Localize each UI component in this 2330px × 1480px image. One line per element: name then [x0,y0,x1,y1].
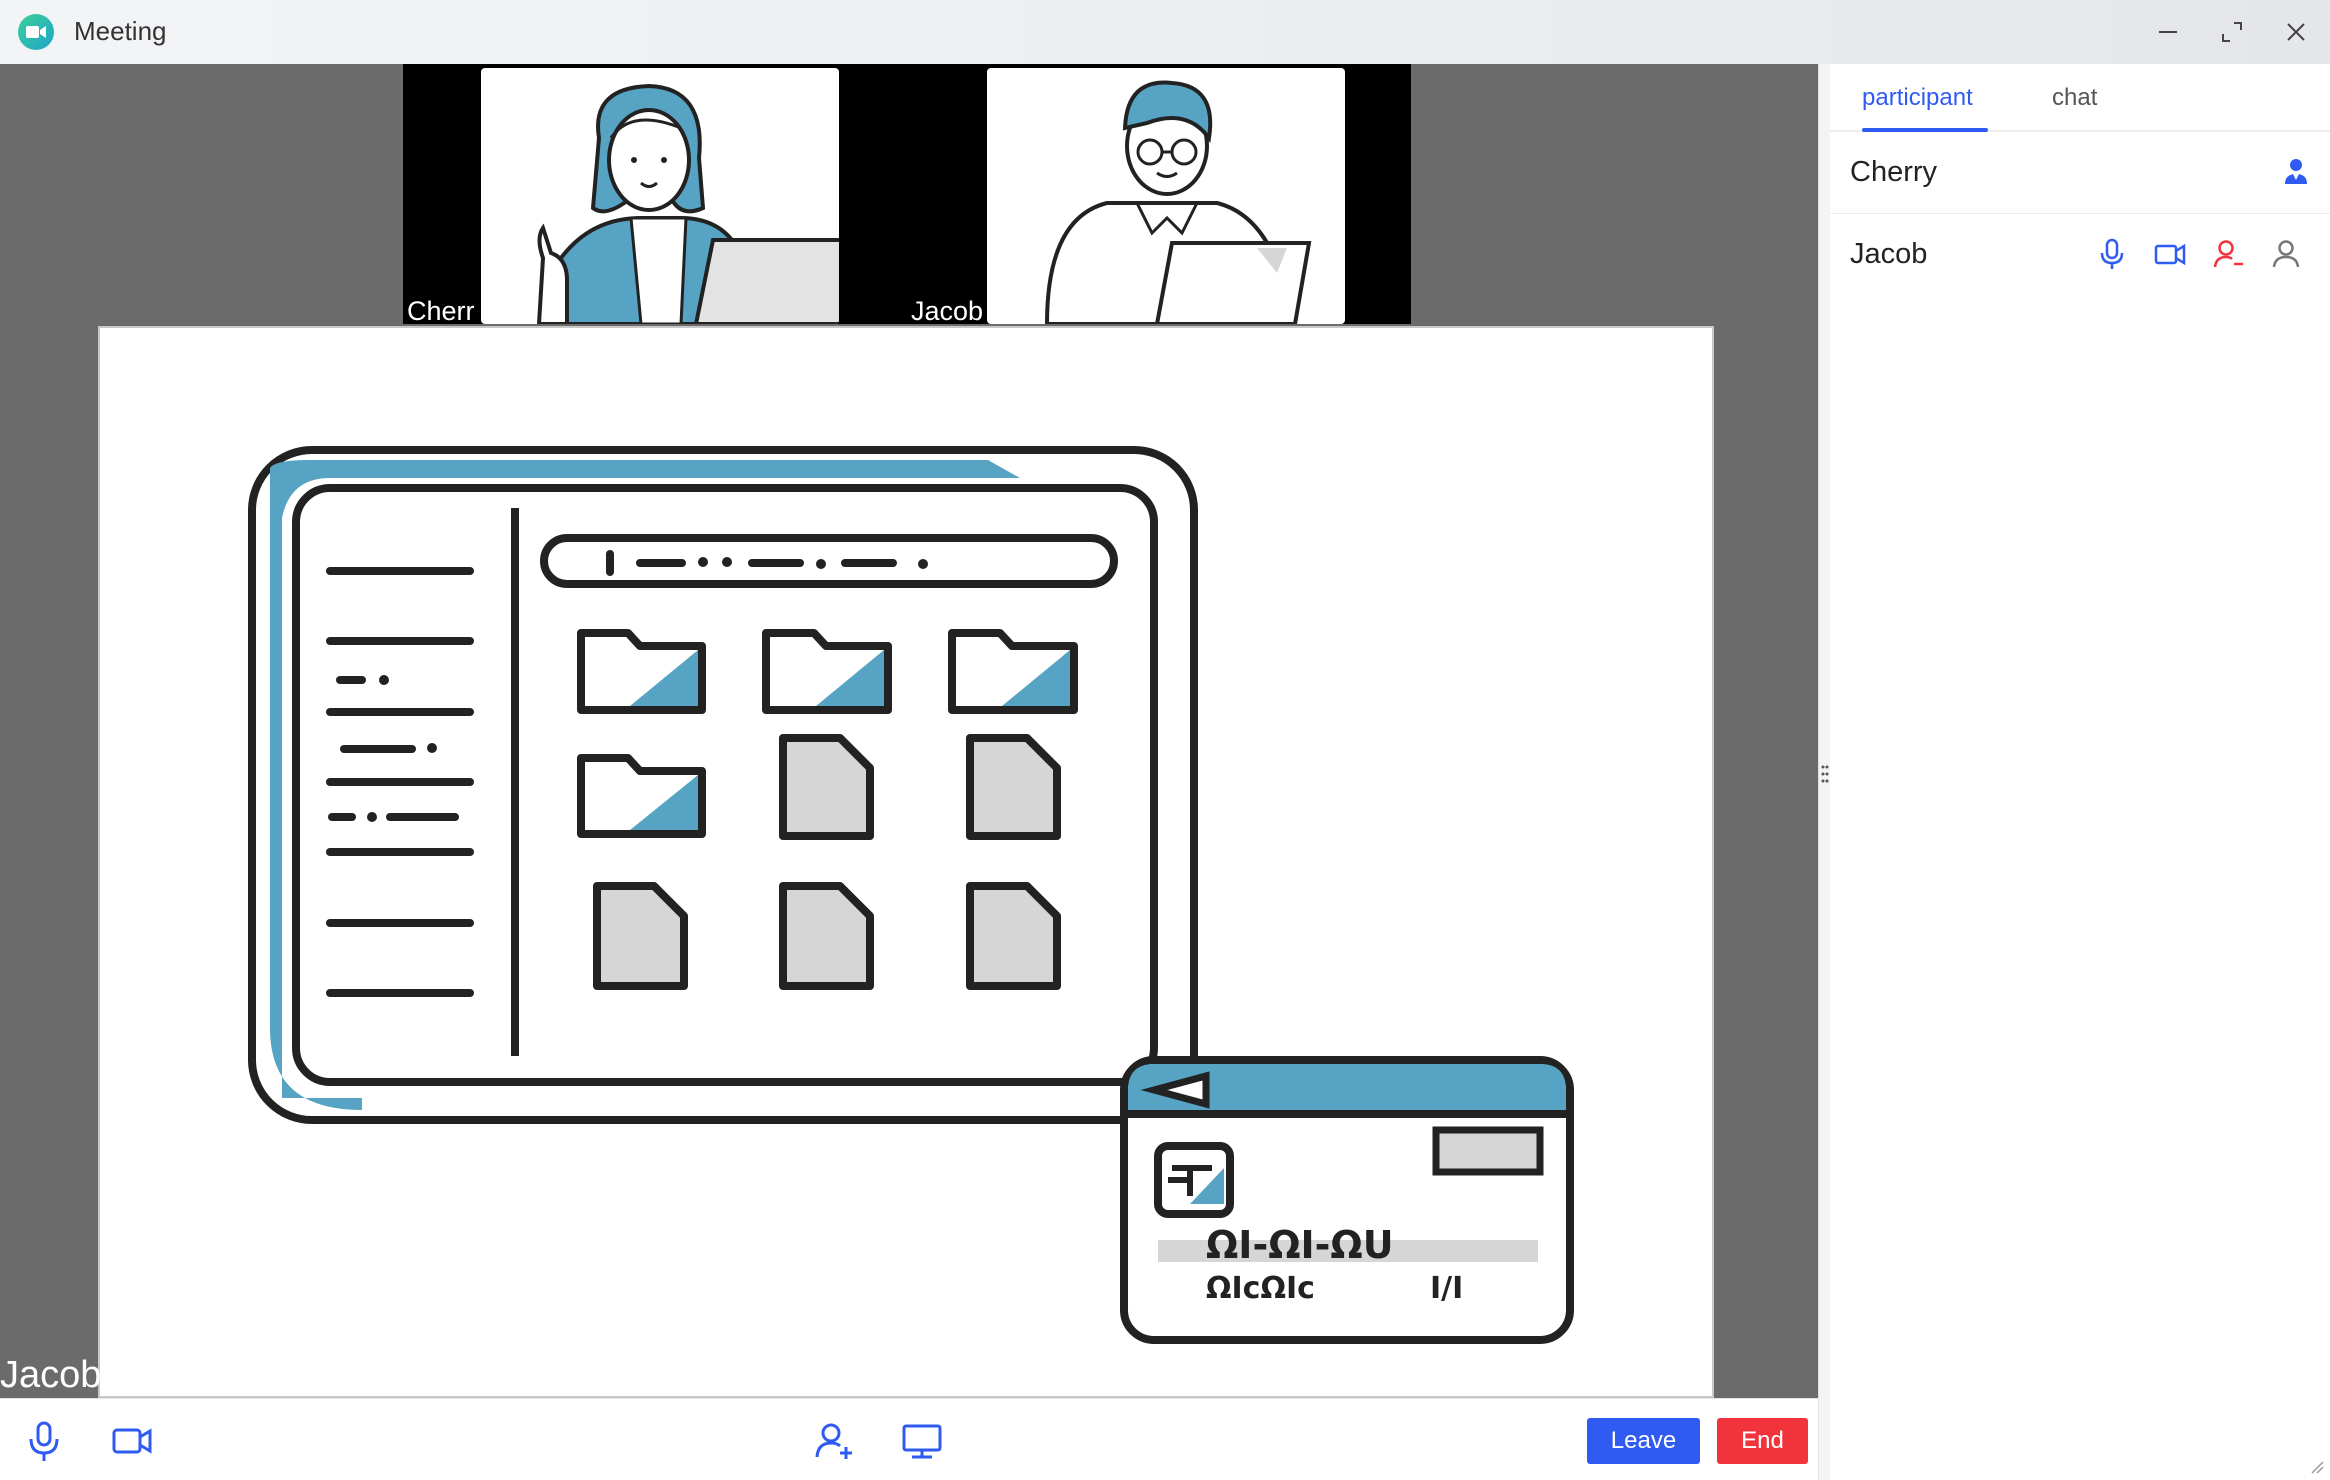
participant-name: Jacob [1850,238,1928,270]
microphone-icon [2100,238,2124,269]
video-camera-icon [2154,243,2186,266]
video-camera-icon [112,1428,152,1454]
leave-button[interactable]: Leave [1587,1418,1700,1464]
maximize-button[interactable] [2212,12,2252,52]
video-stage: Cherr Jacob ΩI-ΩI-ΩU ΩIᴄΩIᴄ I/I Jacob [0,64,1818,1398]
participant-camera-button[interactable] [2152,236,2188,272]
drag-handle-icon [1821,765,1829,783]
panel-tabs: participant chat [1830,64,2330,132]
video-tile-jacob[interactable] [987,68,1345,324]
maximize-icon [2222,22,2242,42]
jacob-avatar-illustration [1044,80,1312,324]
add-user-icon [815,1423,852,1459]
panel-splitter[interactable] [1818,64,1830,1480]
close-icon [2287,23,2305,41]
set-host-button[interactable] [2268,236,2304,272]
remove-participant-button[interactable] [2210,236,2246,272]
user-icon [2272,240,2300,268]
shared-screen[interactable]: ΩI-ΩI-ΩU ΩIᴄΩIᴄ I/I [98,326,1714,1398]
video-tile-label: Jacob [911,296,984,326]
minimize-button[interactable] [2148,12,2188,52]
speaker-name-label: Jacob [0,1354,102,1396]
monitor-icon [902,1424,942,1459]
app-logo-icon [18,14,54,50]
end-meeting-button[interactable]: End [1717,1418,1808,1464]
video-thumbnail-strip: Cherr Jacob [403,64,1411,326]
card-text-short: I/I [1430,1271,1463,1306]
video-tile-cherry[interactable] [481,68,839,324]
host-user-icon [2285,159,2307,184]
card-text-line2: ΩIᴄΩIᴄ [1206,1271,1315,1306]
close-button[interactable] [2276,12,2316,52]
tab-chat[interactable]: chat [2052,84,2097,112]
video-tile-label: Cherr [407,296,475,326]
window-title: Meeting [74,16,167,46]
share-screen-button[interactable] [898,1417,946,1465]
meeting-toolbar: Leave End [0,1398,1818,1480]
file-manager-illustration: ΩI-ΩI-ΩU ΩIᴄΩIᴄ I/I [248,446,1574,1344]
participant-name: Cherry [1850,156,1938,188]
microphone-icon [29,1421,59,1461]
remove-user-icon [2213,240,2243,268]
card-text-line1: ΩI-ΩI-ΩU [1206,1223,1394,1267]
participant-row-cherry[interactable]: Cherry [1830,132,2330,214]
side-panel: participant chat Cherry Jacob [1830,64,2330,1480]
microphone-button[interactable] [20,1417,68,1465]
cherry-avatar-illustration [536,83,839,324]
participant-mic-button[interactable] [2094,236,2130,272]
participant-row-jacob[interactable]: Jacob [1830,214,2330,296]
host-badge [2278,154,2314,190]
camera-button[interactable] [108,1417,156,1465]
resize-grip-icon[interactable] [2310,1460,2324,1474]
tab-participant[interactable]: participant [1862,84,1973,112]
invite-participant-button[interactable] [810,1417,858,1465]
title-bar: Meeting [0,0,2330,64]
minimize-icon [2159,31,2177,33]
